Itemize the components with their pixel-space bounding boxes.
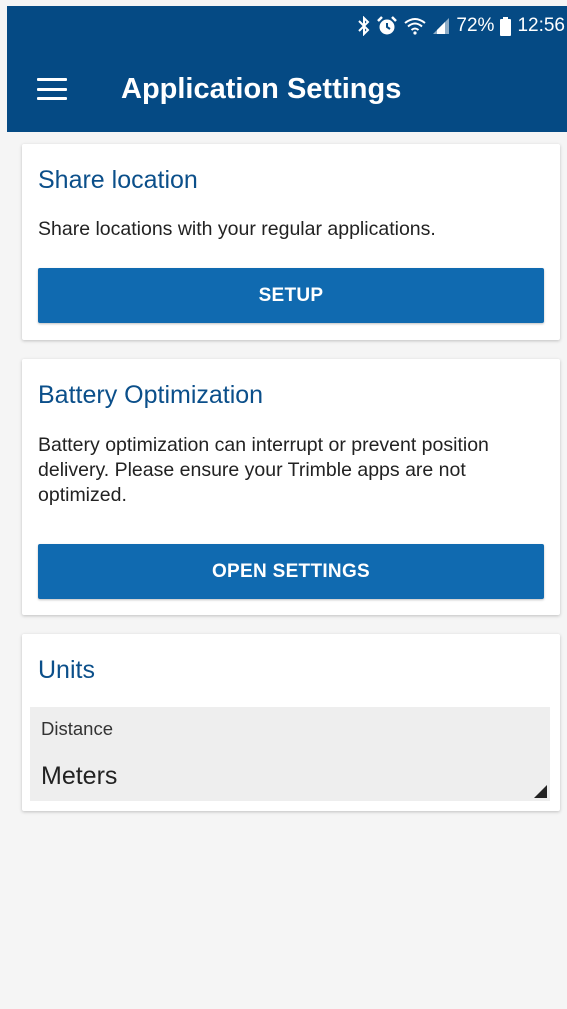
- battery-optimization-description: Battery optimization can interrupt or pr…: [38, 434, 489, 506]
- setup-button[interactable]: SETUP: [38, 268, 544, 323]
- open-settings-button[interactable]: OPEN SETTINGS: [38, 544, 544, 599]
- page-title: Application Settings: [121, 72, 402, 105]
- units-title: Units: [38, 656, 95, 684]
- app-bar: Application Settings: [7, 46, 567, 132]
- units-card: Units Distance Meters: [22, 634, 560, 811]
- distance-label: Distance: [41, 718, 113, 739]
- battery-icon: [500, 16, 512, 36]
- share-location-title: Share location: [38, 166, 198, 194]
- alarm-icon: [376, 16, 398, 36]
- wifi-icon: [404, 17, 427, 35]
- share-location-card: Share location Share locations with your…: [22, 144, 560, 340]
- status-bar: 72% 12:56: [7, 6, 567, 46]
- distance-unit-select[interactable]: Distance Meters: [30, 707, 550, 801]
- hamburger-menu-icon[interactable]: [37, 78, 67, 100]
- dropdown-caret-icon: [534, 785, 547, 798]
- battery-optimization-title: Battery Optimization: [38, 381, 264, 409]
- signal-icon: [432, 17, 450, 35]
- battery-percent: 72%: [456, 15, 495, 36]
- battery-optimization-card: Battery Optimization Battery optimizatio…: [22, 359, 560, 615]
- distance-value: Meters: [41, 762, 118, 790]
- bluetooth-icon: [358, 16, 370, 36]
- clock-time: 12:56: [517, 15, 565, 36]
- share-location-description: Share locations with your regular applic…: [38, 218, 436, 240]
